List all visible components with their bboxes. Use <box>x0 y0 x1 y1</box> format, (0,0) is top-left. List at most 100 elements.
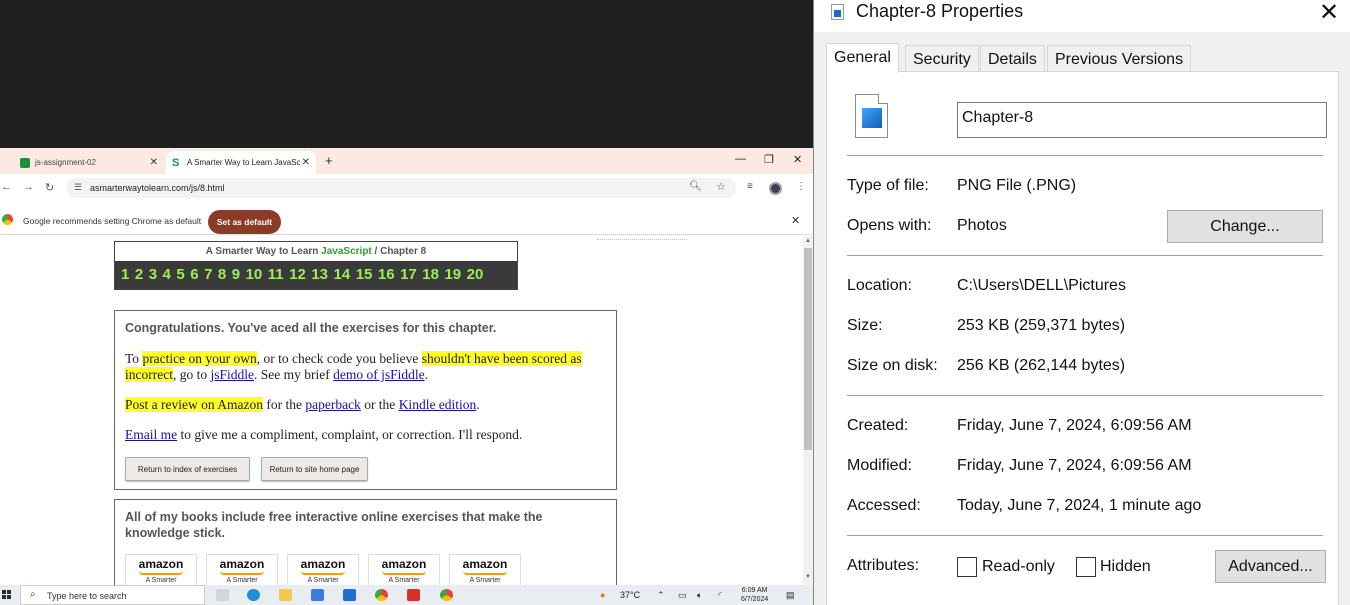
chapter-link[interactable]: 20 <box>467 266 484 283</box>
advanced-button[interactable]: Advanced... <box>1215 550 1326 583</box>
minimize-icon[interactable]: — <box>735 153 746 165</box>
text: . See my brief <box>254 367 334 382</box>
return-to-home-button[interactable]: Return to site home page <box>261 457 368 481</box>
scroll-down-icon[interactable]: ▼ <box>805 574 811 580</box>
location-label: Location: <box>847 277 912 294</box>
chapter-link[interactable]: 14 <box>334 266 351 283</box>
site-info-icon[interactable]: ☰ <box>74 182 82 193</box>
chapter-link[interactable]: 6 <box>190 266 198 283</box>
chapter-link[interactable]: 15 <box>356 266 373 283</box>
profile-avatar[interactable] <box>769 182 782 195</box>
close-window-icon[interactable]: ✕ <box>793 153 802 166</box>
chapter-link[interactable]: 18 <box>422 266 439 283</box>
chapter-number-links: 1 2 3 4 5 6 7 8 9 10 11 12 13 14 15 16 17 18 19 20 <box>115 261 517 289</box>
close-tab-icon[interactable]: ✕ <box>302 157 310 168</box>
file-explorer-icon[interactable] <box>279 589 292 601</box>
read-only-checkbox[interactable] <box>957 557 977 577</box>
restore-icon[interactable]: ❐ <box>764 153 774 166</box>
close-dialog-icon[interactable]: ✕ <box>1319 0 1339 27</box>
browser-tab-assignment[interactable]: js-assignment-02 ✕ <box>14 151 164 174</box>
scrollbar-thumb[interactable] <box>804 248 812 450</box>
task-view-icon[interactable] <box>216 589 229 601</box>
book-thumbnail[interactable]: amazon A Smarter <box>206 554 278 585</box>
chapter-link[interactable]: 8 <box>218 266 226 283</box>
chapter-link[interactable]: 7 <box>204 266 212 283</box>
chrome-active-icon[interactable] <box>440 589 453 601</box>
book-thumbnail[interactable]: amazon A Smarter <box>368 554 440 585</box>
reading-list-icon[interactable]: ≡ <box>747 181 753 192</box>
network-icon[interactable]: ◜ <box>718 590 722 601</box>
volume-icon[interactable]: 🔈︎ <box>697 590 702 601</box>
set-as-default-button[interactable]: Set as default <box>208 210 281 234</box>
chapter-link[interactable]: 12 <box>289 266 306 283</box>
chrome-icon <box>2 214 13 225</box>
browser-tab-smarter-way[interactable]: S A Smarter Way to Learn JavaSc ✕ <box>166 151 316 174</box>
text: To <box>125 351 143 366</box>
edge-icon[interactable] <box>247 589 260 601</box>
battery-icon[interactable]: ▭ <box>678 590 687 601</box>
chapter-link[interactable]: 1 <box>121 266 129 283</box>
tab-previous-versions[interactable]: Previous Versions <box>1047 45 1192 72</box>
tab-details[interactable]: Details <box>980 45 1045 72</box>
bookmark-star-icon[interactable]: ☆ <box>716 180 726 193</box>
chapter-link[interactable]: 2 <box>135 266 143 283</box>
notification-icon[interactable]: ▤ <box>786 590 795 601</box>
tab-label: A Smarter Way to Learn JavaSc <box>187 158 301 167</box>
book-thumbnail[interactable]: amazon A Smarter <box>449 554 521 585</box>
windows-start-icon[interactable] <box>2 590 11 599</box>
text: . <box>424 367 428 382</box>
new-tab-icon[interactable]: + <box>325 153 333 168</box>
jsfiddle-link[interactable]: jsFiddle <box>210 367 254 382</box>
browser-toolbar: ← → ↻ ☰ asmarterwaytolearn.com/js/8.html… <box>0 174 813 201</box>
book-thumbnail[interactable]: amazon A Smarter <box>125 554 197 585</box>
dotted-divider <box>597 239 687 240</box>
mail-icon[interactable] <box>343 589 356 601</box>
book-cover-text: A Smarter <box>226 577 258 584</box>
chapter-link[interactable]: 4 <box>163 266 171 283</box>
reload-icon[interactable]: ↻ <box>45 181 54 194</box>
chapter-link[interactable]: 16 <box>378 266 395 283</box>
close-infobar-icon[interactable]: ✕ <box>791 214 800 227</box>
change-button[interactable]: Change... <box>1167 210 1323 243</box>
paperback-link[interactable]: paperback <box>305 397 360 412</box>
forward-icon[interactable]: → <box>23 181 34 193</box>
book-cover-text: A Smarter <box>307 577 339 584</box>
chapter-link[interactable]: 5 <box>176 266 184 283</box>
size-value: 253 KB (259,371 bytes) <box>957 317 1126 334</box>
back-icon[interactable]: ← <box>1 181 12 193</box>
jsfiddle-demo-link[interactable]: demo of jsFiddle <box>333 367 425 382</box>
hidden-checkbox[interactable] <box>1076 557 1096 577</box>
zoom-icon[interactable]: 🔍︎ <box>689 181 702 192</box>
divider <box>847 155 1323 156</box>
chapter-link[interactable]: 3 <box>149 266 157 283</box>
kindle-edition-link[interactable]: Kindle edition <box>399 397 477 412</box>
return-to-index-button[interactable]: Return to index of exercises <box>125 457 250 481</box>
hidden-label: Hidden <box>1100 558 1151 575</box>
tab-general[interactable]: General <box>826 43 899 73</box>
store-icon[interactable] <box>311 589 324 601</box>
weather-icon[interactable]: ● <box>600 590 605 600</box>
chapter-link[interactable]: 11 <box>268 266 284 283</box>
scroll-up-icon[interactable]: ▲ <box>805 238 811 244</box>
tab-security[interactable]: Security <box>905 45 979 72</box>
chapter-link[interactable]: 13 <box>311 266 328 283</box>
chapter-navigation: A Smarter Way to Learn JavaScript / Chap… <box>114 241 518 290</box>
taskbar-clock[interactable]: 6:09 AM 6/7/2024 <box>741 586 768 604</box>
chapter-link[interactable]: 17 <box>400 266 417 283</box>
book-thumbnail[interactable]: amazon A Smarter <box>287 554 359 585</box>
taskbar-search-box[interactable]: ⌕ Type here to search <box>20 585 205 605</box>
close-tab-icon[interactable]: ✕ <box>150 157 158 168</box>
chapter-link[interactable]: 10 <box>246 266 263 283</box>
title-prefix: A Smarter Way to Learn <box>205 246 319 257</box>
app-icon[interactable] <box>407 589 420 601</box>
chrome-taskbar-icon[interactable] <box>375 589 388 601</box>
chapter-link[interactable]: 19 <box>444 266 461 283</box>
page-scrollbar[interactable]: ▲ ▼ <box>803 236 813 585</box>
menu-icon[interactable]: ⋮ <box>796 181 806 192</box>
tray-chevron-icon[interactable]: ⌃ <box>657 590 665 601</box>
email-me-link[interactable]: Email me <box>125 427 177 442</box>
chapter-link[interactable]: 9 <box>232 266 240 283</box>
weather-temperature[interactable]: 37°C <box>620 590 640 600</box>
file-name-field[interactable]: Chapter-8 <box>957 102 1327 138</box>
address-bar[interactable]: ☰ asmarterwaytolearn.com/js/8.html 🔍︎ ☆ <box>66 178 736 198</box>
